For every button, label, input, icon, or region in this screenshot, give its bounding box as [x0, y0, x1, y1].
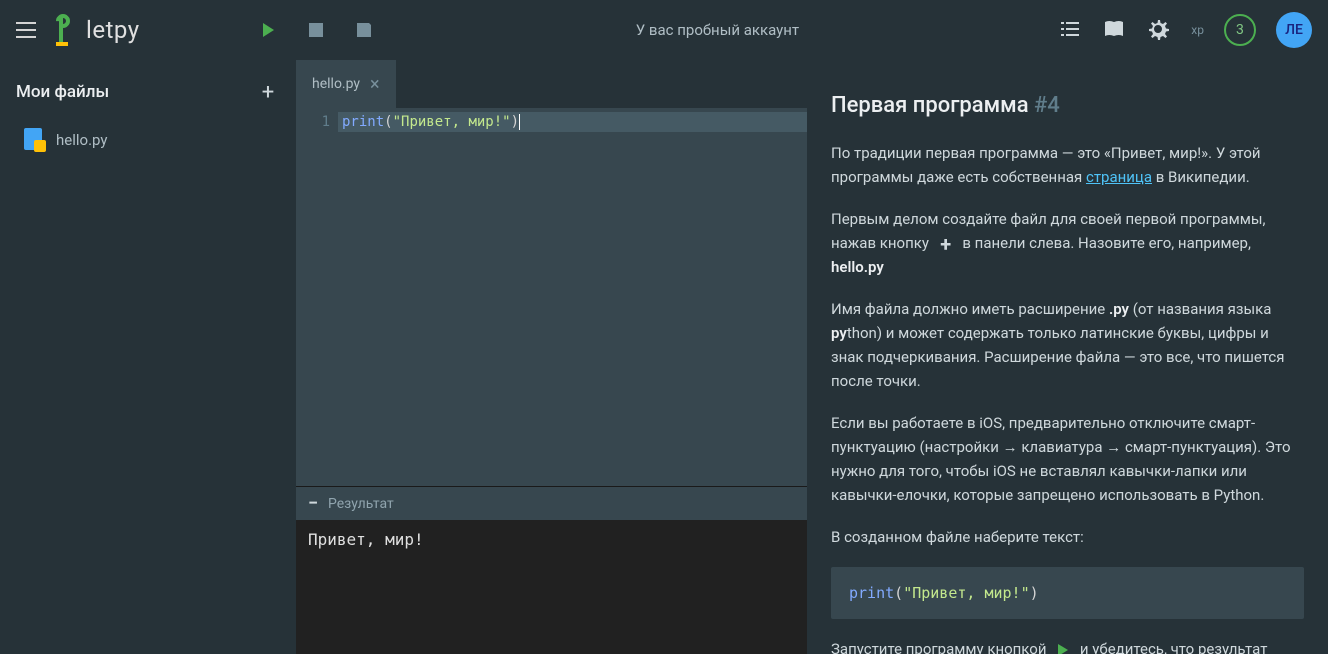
logo-icon [56, 14, 78, 46]
python-file-icon [22, 128, 46, 152]
plus-icon: + [935, 233, 957, 255]
add-file-button[interactable]: + [256, 80, 280, 104]
book-icon[interactable] [1103, 18, 1127, 42]
result-header: − Результат [296, 487, 807, 520]
cursor-caret [519, 114, 520, 130]
editor-tab[interactable]: hello.py × [296, 60, 396, 108]
result-title: Результат [328, 496, 394, 512]
avatar-initials: ЛЕ [1285, 22, 1303, 38]
play-icon [1052, 639, 1074, 654]
toolbar [256, 18, 376, 42]
lesson-number: #4 [1034, 93, 1060, 118]
avatar[interactable]: ЛЕ [1276, 12, 1312, 48]
close-tab-icon[interactable]: × [370, 74, 380, 95]
account-status-text: У вас пробный аккаунт [636, 21, 799, 39]
save-button[interactable] [352, 18, 376, 42]
xp-value: 3 [1236, 22, 1244, 38]
wikipedia-link[interactable]: страница [1086, 168, 1152, 186]
lesson-paragraph: Запустите программу кнопкой и убедитесь,… [831, 637, 1304, 654]
xp-label: xp [1191, 23, 1204, 37]
stop-button[interactable] [304, 18, 328, 42]
lesson-paragraph: Первым делом создайте файл для своей пер… [831, 207, 1304, 279]
file-name: hello.py [56, 131, 107, 149]
file-item[interactable]: hello.py [16, 120, 280, 160]
lesson-paragraph: Имя файла должно иметь расширение .py (о… [831, 297, 1304, 393]
brand-logo[interactable]: letpy [56, 14, 140, 46]
lesson-panel[interactable]: Первая программа #4 По традиции первая п… [807, 60, 1328, 654]
file-sidebar: Мои файлы + hello.py [0, 60, 296, 654]
token-string: "Привет, мир!" [393, 114, 511, 130]
xp-badge[interactable]: 3 [1224, 14, 1256, 46]
lesson-title-text: Первая программа [831, 93, 1029, 118]
main-layout: Мои файлы + hello.py hello.py × 1 print(… [0, 60, 1328, 654]
line-gutter: 1 [296, 108, 338, 486]
run-button[interactable] [256, 18, 280, 42]
code-content[interactable]: print("Привет, мир!") [338, 108, 807, 486]
tab-filename: hello.py [312, 76, 360, 92]
header-right: xp 3 ЛЕ [1059, 12, 1312, 48]
result-panel: − Результат Привет, мир! [296, 486, 807, 654]
result-output: Привет, мир! [296, 520, 807, 559]
lesson-paragraph: Если вы работаете в iOS, предварительно … [831, 411, 1304, 507]
code-line: print("Привет, мир!") [338, 112, 807, 132]
code-editor[interactable]: 1 print("Привет, мир!") [296, 108, 807, 486]
lesson-title: Первая программа #4 [831, 88, 1304, 123]
editor-tabs: hello.py × [296, 60, 807, 108]
menu-icon[interactable] [16, 18, 40, 42]
lesson-paragraph: В созданном файле наберите текст: [831, 525, 1304, 549]
token-paren: ) [511, 114, 519, 130]
sidebar-title: Мои файлы [16, 82, 109, 102]
app-header: letpy У вас пробный аккаунт xp 3 ЛЕ [0, 0, 1328, 60]
code-example: print("Привет, мир!") [831, 567, 1304, 619]
line-number: 1 [296, 112, 330, 132]
token-paren: ( [384, 114, 392, 130]
token-function: print [342, 114, 384, 130]
editor-area: hello.py × 1 print("Привет, мир!") − Рез… [296, 60, 807, 654]
sidebar-header: Мои файлы + [16, 80, 280, 104]
lesson-paragraph: По традиции первая программа — это «Прив… [831, 141, 1304, 189]
gear-icon[interactable] [1147, 18, 1171, 42]
list-icon[interactable] [1059, 18, 1083, 42]
brand-name: letpy [86, 16, 140, 44]
collapse-icon[interactable]: − [308, 493, 318, 514]
